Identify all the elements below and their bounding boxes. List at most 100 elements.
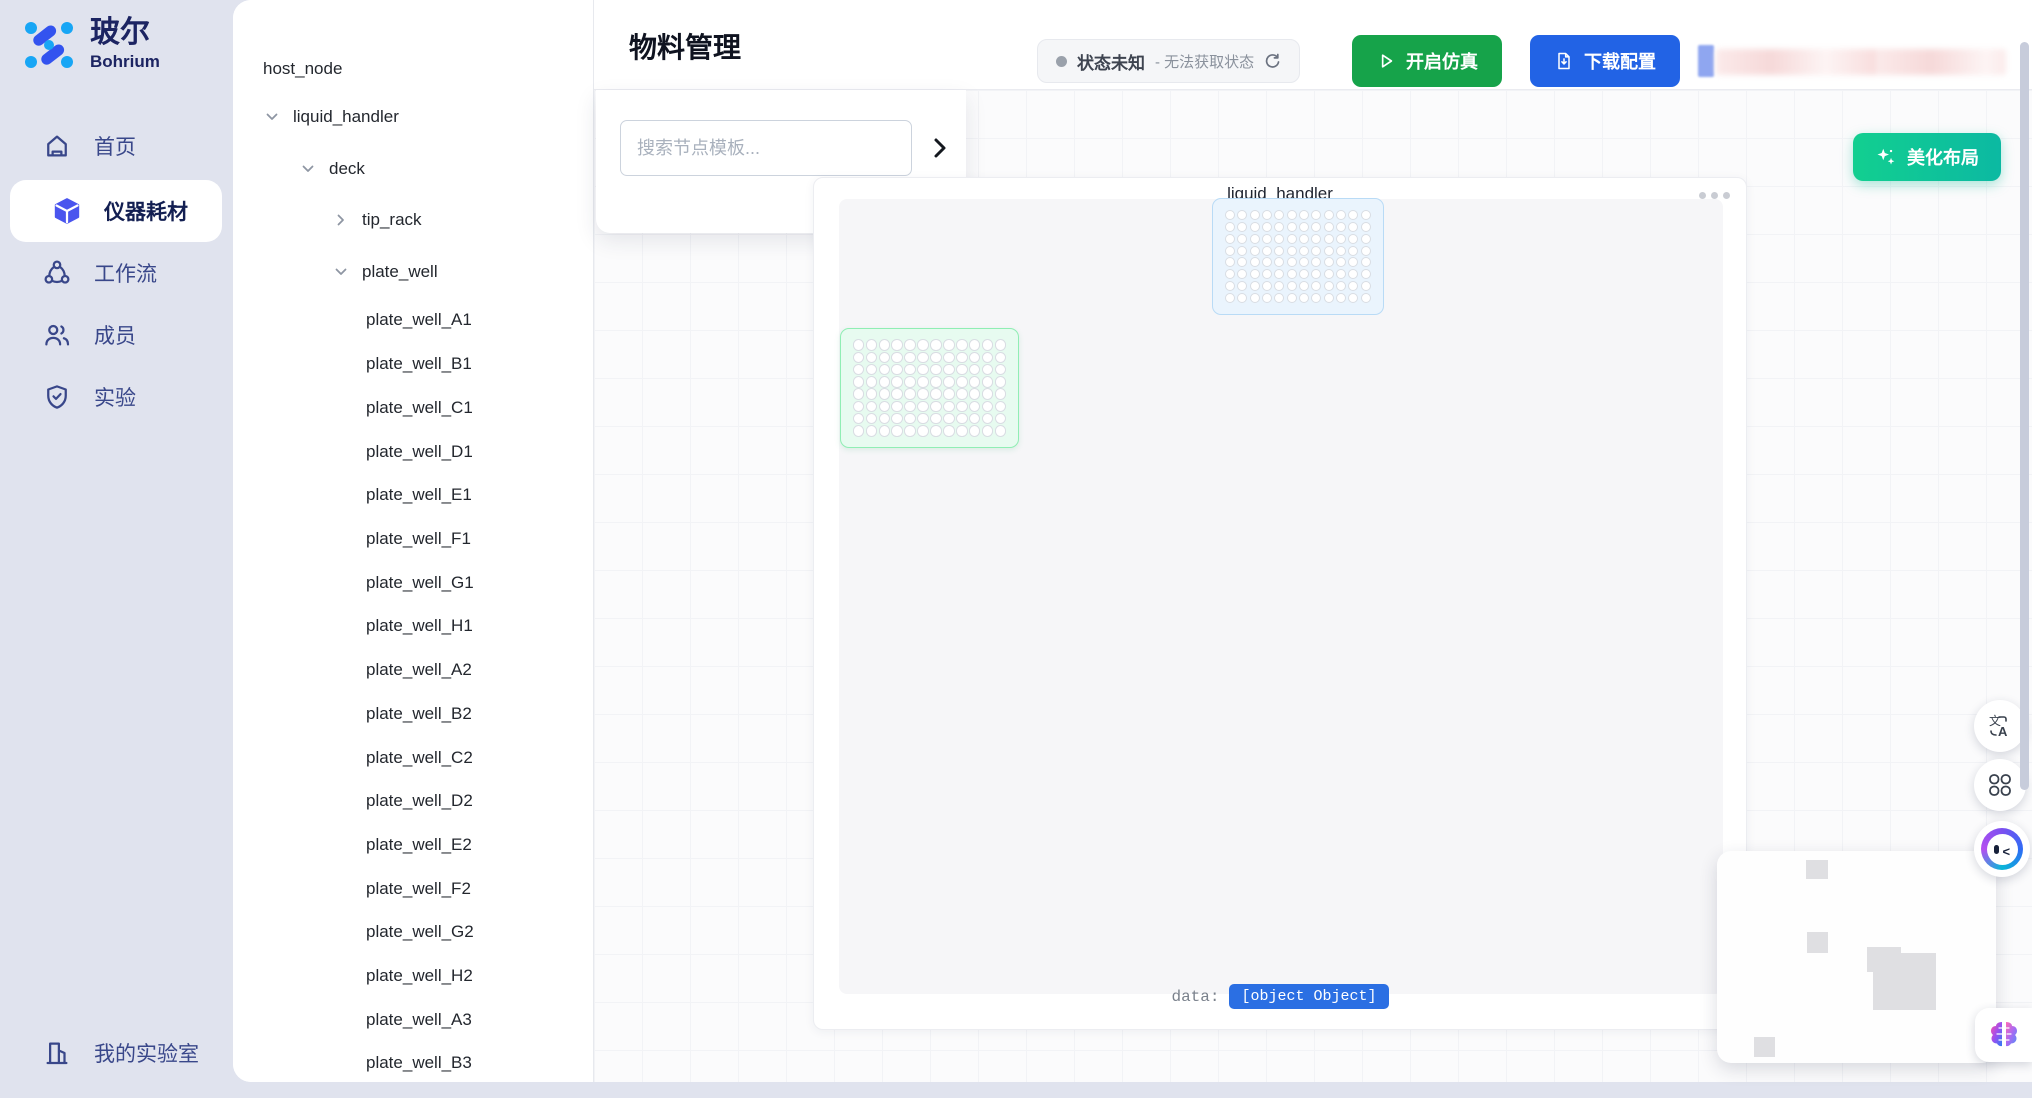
well[interactable] <box>1348 257 1358 267</box>
well[interactable] <box>982 425 994 437</box>
tree-item-plate_well_B2[interactable]: plate_well_B2 <box>233 697 594 731</box>
well[interactable] <box>1237 234 1247 244</box>
well[interactable] <box>1324 234 1334 244</box>
well[interactable] <box>1237 222 1247 232</box>
well[interactable] <box>969 376 981 388</box>
well[interactable] <box>969 364 981 376</box>
well[interactable] <box>891 388 903 400</box>
well[interactable] <box>853 352 865 364</box>
well[interactable] <box>982 376 994 388</box>
well[interactable] <box>917 401 929 413</box>
sidebar-item-workflow[interactable]: 工作流 <box>0 242 233 304</box>
well[interactable] <box>1361 234 1371 244</box>
well[interactable] <box>943 364 955 376</box>
well[interactable] <box>1299 257 1309 267</box>
well[interactable] <box>1299 281 1309 291</box>
sidebar-item-instruments[interactable]: 仪器耗材 <box>10 180 222 242</box>
well[interactable] <box>930 339 942 351</box>
well[interactable] <box>1324 293 1334 303</box>
well[interactable] <box>1299 234 1309 244</box>
well[interactable] <box>943 352 955 364</box>
well[interactable] <box>1225 293 1235 303</box>
well[interactable] <box>1250 281 1260 291</box>
chevron-right-icon[interactable] <box>332 211 350 229</box>
well[interactable] <box>1262 222 1272 232</box>
download-config-button[interactable]: 下载配置 <box>1530 35 1680 87</box>
search-input[interactable] <box>620 120 912 176</box>
node-tree-panel[interactable]: host_nodeliquid_handlerdecktip_rackplate… <box>233 0 594 1082</box>
well[interactable] <box>1299 269 1309 279</box>
well[interactable] <box>943 388 955 400</box>
chevron-down-icon[interactable] <box>299 160 317 178</box>
well[interactable] <box>969 352 981 364</box>
well[interactable] <box>1336 246 1346 256</box>
well[interactable] <box>917 425 929 437</box>
well[interactable] <box>1299 293 1309 303</box>
well[interactable] <box>1311 257 1321 267</box>
sidebar-item-my-lab[interactable]: 我的实验室 <box>0 1022 233 1084</box>
well[interactable] <box>943 401 955 413</box>
well[interactable] <box>1336 210 1346 220</box>
well[interactable] <box>1287 293 1297 303</box>
well[interactable] <box>969 339 981 351</box>
tree-item-plate_well_B1[interactable]: plate_well_B1 <box>233 347 594 381</box>
well[interactable] <box>930 376 942 388</box>
well[interactable] <box>1311 281 1321 291</box>
well[interactable] <box>1336 281 1346 291</box>
well[interactable] <box>1348 281 1358 291</box>
well[interactable] <box>1262 234 1272 244</box>
well[interactable] <box>904 364 916 376</box>
tree-item-plate_well_C2[interactable]: plate_well_C2 <box>233 741 594 775</box>
well[interactable] <box>969 401 981 413</box>
well-plate-green[interactable] <box>840 328 1019 448</box>
well[interactable] <box>853 425 865 437</box>
tree-item-plate_well_H1[interactable]: plate_well_H1 <box>233 609 594 643</box>
well[interactable] <box>1250 234 1260 244</box>
well[interactable] <box>995 352 1007 364</box>
tree-item-plate_well_A1[interactable]: plate_well_A1 <box>233 303 594 337</box>
well[interactable] <box>853 413 865 425</box>
tree-item-plate_well_B3[interactable]: plate_well_B3 <box>233 1046 594 1080</box>
well[interactable] <box>866 425 878 437</box>
well[interactable] <box>1262 246 1272 256</box>
well[interactable] <box>1287 269 1297 279</box>
tree-item-plate_well_E1[interactable]: plate_well_E1 <box>233 478 594 512</box>
well[interactable] <box>1274 293 1284 303</box>
well[interactable] <box>956 401 968 413</box>
well[interactable] <box>1287 257 1297 267</box>
well[interactable] <box>853 364 865 376</box>
well[interactable] <box>1299 210 1309 220</box>
ai-brain-button[interactable] <box>1975 1008 2032 1062</box>
well[interactable] <box>904 413 916 425</box>
well[interactable] <box>995 401 1007 413</box>
tree-item-plate_well_D1[interactable]: plate_well_D1 <box>233 435 594 469</box>
well[interactable] <box>904 425 916 437</box>
tree-item-plate_well_H2[interactable]: plate_well_H2 <box>233 959 594 993</box>
chevron-down-icon[interactable] <box>332 263 350 281</box>
well[interactable] <box>1237 210 1247 220</box>
well[interactable] <box>1361 222 1371 232</box>
tree-item-plate_well_A3[interactable]: plate_well_A3 <box>233 1003 594 1037</box>
well[interactable] <box>1274 269 1284 279</box>
well[interactable] <box>943 376 955 388</box>
well[interactable] <box>1287 210 1297 220</box>
well[interactable] <box>1324 269 1334 279</box>
well[interactable] <box>956 376 968 388</box>
well[interactable] <box>879 376 891 388</box>
well[interactable] <box>1324 246 1334 256</box>
well[interactable] <box>1237 281 1247 291</box>
well[interactable] <box>1311 234 1321 244</box>
well[interactable] <box>1225 234 1235 244</box>
well[interactable] <box>1348 210 1358 220</box>
well[interactable] <box>879 352 891 364</box>
well[interactable] <box>956 352 968 364</box>
node-menu-dots-icon[interactable] <box>1699 192 1730 199</box>
well[interactable] <box>1250 210 1260 220</box>
well[interactable] <box>917 352 929 364</box>
well[interactable] <box>982 413 994 425</box>
well[interactable] <box>891 376 903 388</box>
well[interactable] <box>1274 210 1284 220</box>
well[interactable] <box>1274 234 1284 244</box>
well[interactable] <box>1348 269 1358 279</box>
well[interactable] <box>1336 293 1346 303</box>
